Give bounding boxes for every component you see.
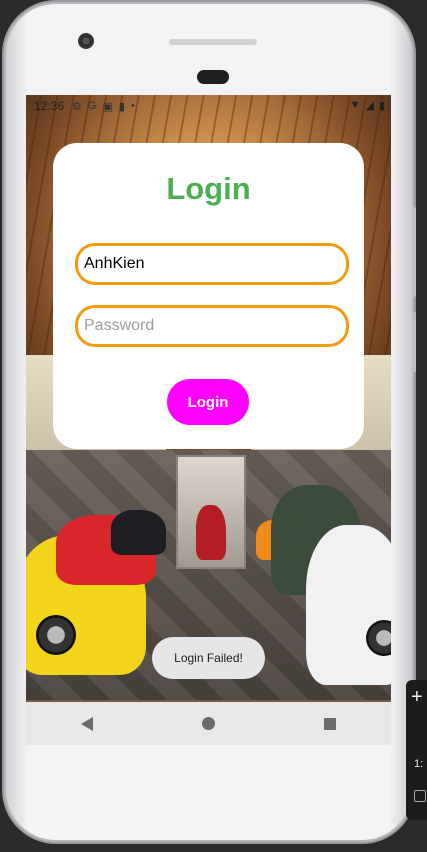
image-icon: ▣	[102, 100, 113, 113]
home-icon[interactable]	[201, 717, 215, 730]
login-button[interactable]: Login	[167, 379, 249, 425]
wifi-icon: ▼	[349, 99, 361, 111]
background-car-black	[111, 510, 166, 555]
username-field[interactable]	[75, 243, 349, 285]
toast-message: Login Failed!	[152, 637, 265, 679]
power-button	[412, 207, 416, 297]
sim-icon: ▮	[118, 100, 125, 113]
volume-button	[412, 312, 416, 372]
zoom-in-icon[interactable]: +	[411, 686, 423, 709]
emulator-time-label: 1:	[414, 758, 424, 770]
signal-icon: ◢	[365, 100, 374, 112]
top-speaker	[169, 39, 257, 45]
login-title: Login	[166, 171, 251, 206]
screenshot-icon[interactable]	[414, 790, 426, 802]
background-car-white	[306, 525, 391, 685]
emulator-toolbar: + 1:	[406, 680, 427, 820]
background-car-center-red	[196, 505, 226, 560]
front-camera	[78, 33, 94, 49]
back-icon[interactable]	[80, 716, 93, 731]
login-card: Login Login	[53, 143, 364, 449]
status-time: 12:36	[34, 99, 65, 113]
earpiece	[197, 70, 229, 84]
password-field[interactable]	[75, 305, 349, 347]
settings-icon: ⚙	[72, 100, 82, 113]
app-screen: 12:36 ⚙ G ▣ ▮ • ▼ ◢ ▮ Login Login Login …	[26, 95, 391, 745]
recent-apps-icon[interactable]	[324, 717, 337, 730]
dot-icon: •	[130, 99, 135, 112]
status-bar: 12:36 ⚙ G ▣ ▮ • ▼ ◢ ▮	[26, 95, 391, 117]
google-icon: G	[87, 99, 97, 112]
navigation-bar	[26, 702, 391, 745]
battery-icon: ▮	[378, 100, 385, 112]
background-wheel	[36, 615, 76, 655]
